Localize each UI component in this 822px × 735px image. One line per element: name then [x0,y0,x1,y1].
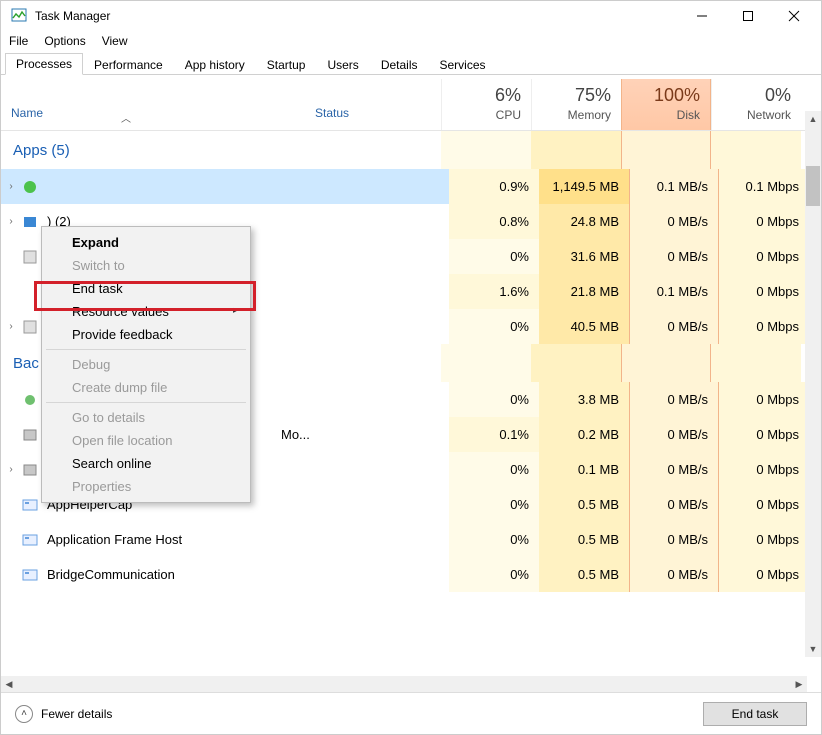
cpu-cell: 0.9% [449,169,539,204]
col-cpu[interactable]: 6% CPU [441,79,531,130]
scroll-left-icon[interactable]: ◀ [1,676,17,692]
end-task-button[interactable]: End task [703,702,807,726]
app-icon [21,461,39,479]
menu-view[interactable]: View [102,34,128,48]
tab-startup[interactable]: Startup [256,54,317,75]
net-cell: 0.1 Mbps [719,169,809,204]
ctx-search-online[interactable]: Search online [44,452,248,475]
titlebar: Task Manager [1,1,821,31]
group-apps: Apps (5) [1,131,821,169]
column-headers: ︿ Name Status 6% CPU 75% Memory 100% Dis… [1,75,821,131]
app-icon [21,248,39,266]
menu-file[interactable]: File [9,34,28,48]
process-name: Application Frame Host [47,532,319,547]
tab-services[interactable]: Services [429,54,497,75]
process-row[interactable]: › 0.9% 1,149.5 MB 0.1 MB/s 0.1 Mbps [1,169,821,204]
scroll-thumb[interactable] [806,166,820,206]
process-name: Mo... [281,427,319,442]
app-icon [21,496,39,514]
col-status[interactable]: Status [311,106,441,130]
app-icon [21,283,39,301]
horizontal-scrollbar[interactable]: ◀ ▶ [1,676,807,692]
col-name[interactable]: ︿ Name [1,106,311,130]
process-row[interactable]: Application Frame Host 0% 0.5 MB 0 MB/s … [1,522,821,557]
maximize-button[interactable] [725,1,771,31]
col-memory[interactable]: 75% Memory [531,79,621,130]
tab-strip: Processes Performance App history Startu… [1,51,821,75]
ctx-properties: Properties [44,475,248,498]
tab-app-history[interactable]: App history [174,54,256,75]
context-menu: Expand Switch to End task Resource value… [41,226,251,503]
tab-details[interactable]: Details [370,54,429,75]
ctx-create-dump: Create dump file [44,376,248,399]
disk-cell: 0.1 MB/s [629,169,719,204]
process-row[interactable]: BridgeCommunication 0% 0.5 MB 0 MB/s 0 M… [1,557,821,592]
chevron-right-icon[interactable]: › [1,464,21,475]
chevron-right-icon[interactable]: › [1,181,21,192]
menubar: File Options View [1,31,821,51]
ctx-provide-feedback[interactable]: Provide feedback [44,323,248,346]
tab-users[interactable]: Users [316,54,369,75]
app-icon [21,213,39,231]
chevron-right-icon[interactable]: › [1,216,21,227]
ctx-debug: Debug [44,353,248,376]
app-icon [21,531,39,549]
app-icon [21,178,39,196]
ctx-open-file-location: Open file location [44,429,248,452]
menu-options[interactable]: Options [44,34,85,48]
window-title: Task Manager [35,9,110,23]
mem-cell: 1,149.5 MB [539,169,629,204]
ctx-expand[interactable]: Expand [44,231,248,254]
footer: ˄ Fewer details End task [1,692,821,734]
app-icon [21,426,39,444]
chevron-up-icon: ˄ [15,705,33,723]
ctx-switch-to: Switch to [44,254,248,277]
vertical-scrollbar[interactable]: ▲ ▼ [805,111,821,657]
tab-processes[interactable]: Processes [5,53,83,75]
minimize-button[interactable] [679,1,725,31]
ctx-resource-values[interactable]: Resource values ▸ [44,300,248,323]
app-icon [21,318,39,336]
close-button[interactable] [771,1,817,31]
chevron-right-icon[interactable]: › [1,321,21,332]
scroll-down-icon[interactable]: ▼ [805,641,821,657]
fewer-details-button[interactable]: ˄ Fewer details [15,705,112,723]
app-icon [21,566,39,584]
sort-chevron-icon: ︿ [121,110,131,125]
chevron-right-icon: ▸ [233,305,238,316]
col-network[interactable]: 0% Network [711,79,801,130]
taskmanager-icon [11,7,29,25]
scroll-right-icon[interactable]: ▶ [791,676,807,692]
process-name: BridgeCommunication [47,567,319,582]
ctx-end-task[interactable]: End task [44,277,248,300]
scroll-up-icon[interactable]: ▲ [805,111,821,127]
col-disk[interactable]: 100% Disk [621,79,711,130]
app-icon [21,391,39,409]
tab-performance[interactable]: Performance [83,54,174,75]
ctx-go-to-details: Go to details [44,406,248,429]
